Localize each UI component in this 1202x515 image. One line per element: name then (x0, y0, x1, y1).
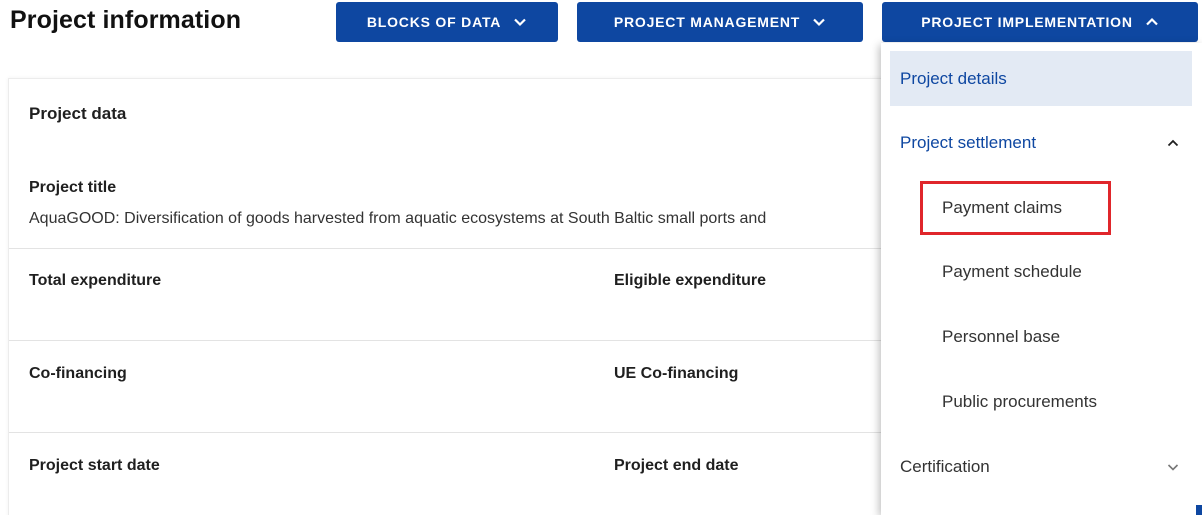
project-implementation-menu: Project details Project settlement Payme… (881, 43, 1202, 515)
project-start-date-label: Project start date (29, 457, 160, 474)
page: Project information BLOCKS OF DATA PROJE… (0, 0, 1202, 515)
chevron-down-icon (1167, 463, 1179, 471)
chevron-up-icon (1167, 139, 1179, 146)
blocks-of-data-label: BLOCKS OF DATA (366, 14, 502, 30)
menu-section-certification[interactable]: Certification (890, 439, 1192, 494)
project-management-label: PROJECT MANAGEMENT (613, 14, 801, 30)
project-data-card: Project data Project title AquaGOOD: Div… (8, 78, 910, 515)
menu-item-public-procurements[interactable]: Public procurements (890, 374, 1192, 429)
ue-co-financing-label: UE Co-financing (614, 365, 739, 382)
total-expenditure-label: Total expenditure (29, 272, 162, 289)
menu-item-label: Project settlement (900, 132, 1037, 152)
project-management-button[interactable]: PROJECT MANAGEMENT (577, 2, 863, 42)
project-end-date-label: Project end date (614, 457, 739, 474)
divider (9, 340, 909, 341)
project-implementation-button[interactable]: PROJECT IMPLEMENTATION (882, 2, 1198, 42)
project-implementation-label: PROJECT IMPLEMENTATION (921, 14, 1133, 30)
card-title: Project data (29, 104, 127, 123)
blocks-of-data-button[interactable]: BLOCKS OF DATA (336, 2, 558, 42)
menu-item-payment-claims[interactable]: Payment claims (890, 180, 1192, 235)
chevron-up-icon (1145, 17, 1158, 26)
co-financing-label: Co-financing (29, 365, 127, 382)
divider (9, 432, 909, 433)
corner-accent (1196, 505, 1202, 515)
menu-item-label: Public procurements (942, 391, 1097, 411)
page-title: Project information (10, 6, 242, 34)
menu-item-label: Project details (900, 68, 1007, 88)
project-title-label: Project title (29, 179, 117, 196)
menu-item-label: Personnel base (942, 326, 1061, 346)
divider (9, 248, 909, 249)
menu-item-personnel-base[interactable]: Personnel base (890, 309, 1192, 364)
menu-item-project-details[interactable]: Project details (890, 51, 1192, 106)
eligible-expenditure-label: Eligible expenditure (614, 272, 767, 289)
menu-item-label: Payment claims (942, 197, 1062, 217)
menu-item-label: Certification (900, 456, 990, 476)
menu-item-label: Payment schedule (942, 261, 1082, 281)
chevron-down-icon (514, 18, 526, 27)
project-title-value: AquaGOOD: Diversification of goods harve… (29, 210, 767, 227)
menu-item-payment-schedule[interactable]: Payment schedule (890, 244, 1192, 299)
menu-section-project-settlement[interactable]: Project settlement (890, 115, 1192, 170)
chevron-down-icon (813, 18, 825, 27)
